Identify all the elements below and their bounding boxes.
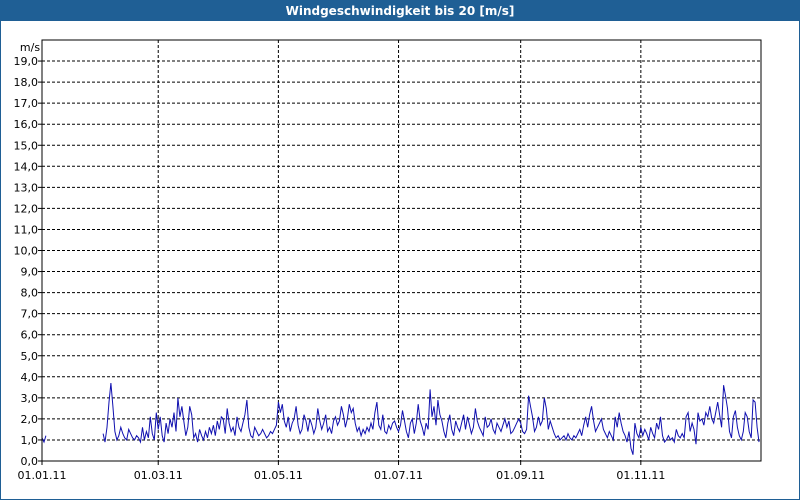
y-tick-label: 14,0 — [14, 160, 39, 173]
y-tick-label: 8,0 — [21, 287, 39, 300]
chart-canvas: 0,0 1,0 2,0 3,0 4,0 5,0 6,0 7,0 8,0 9,0 10,0 11,0 12… — [14, 39, 762, 482]
y-tick-label: 15,0 — [14, 139, 39, 152]
y-tick-label: 7,0 — [21, 308, 39, 321]
y-axis-label: m/s — [20, 41, 40, 54]
y-tick-label: 9,0 — [21, 266, 39, 279]
y-tick-label: 0,0 — [21, 455, 39, 468]
y-tick-label: 3,0 — [21, 392, 39, 405]
y-tick-label: 1,0 — [21, 434, 39, 447]
y-tick-label: 4,0 — [21, 371, 39, 384]
y-tick-label: 5,0 — [21, 350, 39, 363]
x-tick-label: 01.05.11 — [254, 469, 303, 482]
x-tick-label: 01.03.11 — [134, 469, 183, 482]
x-tick-label: 01.09.11 — [496, 469, 545, 482]
y-tick-label: 19,0 — [14, 55, 39, 68]
x-tick-label: 01.01.11 — [18, 469, 67, 482]
chart-window: Windgeschwindigkeit bis 20 [m/s] 0,0 1,0 2… — [0, 0, 800, 500]
y-tick-label: 12,0 — [14, 202, 39, 215]
series-line — [102, 383, 760, 455]
y-tick-label: 10,0 — [14, 245, 39, 258]
y-tick-label: 2,0 — [21, 413, 39, 426]
x-tick-label: 01.11.11 — [616, 469, 665, 482]
y-tick-label: 17,0 — [14, 97, 39, 110]
series-line — [41, 435, 47, 444]
y-tick-label: 18,0 — [14, 76, 39, 89]
y-tick-label: 16,0 — [14, 118, 39, 131]
gridlines — [38, 40, 761, 465]
y-tick-label: 6,0 — [21, 329, 39, 342]
y-axis-tick-labels: 0,0 1,0 2,0 3,0 4,0 5,0 6,0 7,0 8,0 9,0 10,0 11,0 12… — [14, 55, 39, 468]
y-tick-label: 11,0 — [14, 223, 39, 236]
x-tick-label: 01.07.11 — [374, 469, 423, 482]
x-axis-tick-labels: 01.01.11 01.03.11 01.05.11 01.07.11 01.09.11… — [18, 469, 666, 482]
y-tick-label: 13,0 — [14, 181, 39, 194]
